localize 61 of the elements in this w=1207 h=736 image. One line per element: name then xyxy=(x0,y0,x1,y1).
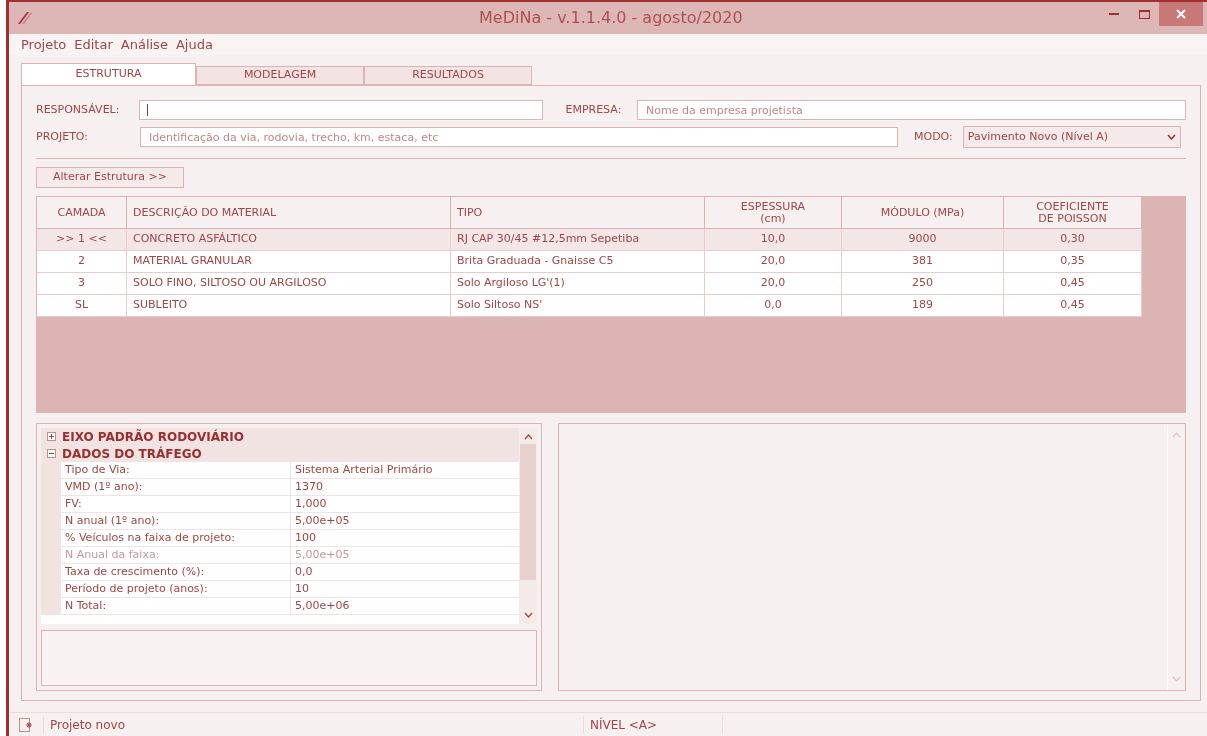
text-field[interactable] xyxy=(139,100,544,120)
table-cell: Solo Siltoso NS' xyxy=(451,295,705,317)
field-label: EMPRESA: xyxy=(565,101,623,118)
property-name: FV: xyxy=(61,496,291,513)
property-value[interactable]: 5,00e+05 xyxy=(291,513,519,530)
table-row[interactable]: 3 SOLO FINO, SILTOSO OU ARGILOSO Solo Argiloso LG'(1) 20,0 250 0,45 xyxy=(37,273,1142,295)
minimize-icon xyxy=(1109,13,1119,15)
field-label: PROJETO: xyxy=(36,128,90,145)
collapse-icon[interactable] xyxy=(47,449,56,458)
scrollbar[interactable] xyxy=(519,428,537,624)
property-name: Período de projeto (anos): xyxy=(61,581,291,598)
property-name: VMD (1º ano): xyxy=(61,479,291,496)
tab[interactable]: RESULTADOS xyxy=(364,66,532,85)
property-name: N Anual da faixa: xyxy=(61,547,291,564)
table-cell: 0,45 xyxy=(1004,295,1142,317)
field-label: RESPONSÁVEL: xyxy=(36,101,121,118)
property-value[interactable]: 100 xyxy=(291,530,519,547)
property-name: % Veículos na faixa de projeto: xyxy=(61,530,291,547)
property-value[interactable]: 1370 xyxy=(291,479,519,496)
tab[interactable]: MODELAGEM xyxy=(196,66,364,85)
table-row[interactable]: SL SUBLEITO Solo Siltoso NS' 0,0 189 0,45 xyxy=(37,295,1142,317)
category-row[interactable]: DADOS DO TRÁFEGO xyxy=(41,445,519,462)
chevron-down-icon xyxy=(1166,134,1176,140)
window-title: MeDiNa - v.1.1.4.0 - agosto/2020 xyxy=(479,7,743,29)
menu-item[interactable]: Projeto xyxy=(21,34,67,55)
text-cursor xyxy=(147,104,149,116)
alter-structure-button[interactable]: Alterar Estrutura >> xyxy=(36,167,184,188)
menu-item[interactable]: Análise xyxy=(120,34,168,55)
table-cell: 0,0 xyxy=(705,295,842,317)
property-value[interactable]: 1,000 xyxy=(291,496,519,513)
property-value[interactable]: 0,0 xyxy=(291,564,519,581)
maximize-icon xyxy=(1138,9,1150,19)
tab[interactable]: ESTRUTURA xyxy=(21,63,196,85)
expand-icon[interactable] xyxy=(47,432,56,441)
menu-item[interactable]: Ajuda xyxy=(175,34,213,55)
new-document-icon xyxy=(19,717,33,732)
table-cell: SL xyxy=(37,295,127,317)
property-value[interactable]: 5,00e+06 xyxy=(291,598,519,615)
property-value[interactable]: Sistema Arterial Primário xyxy=(291,462,519,479)
field-label: MODO: xyxy=(914,128,953,145)
scroll-down-icon[interactable] xyxy=(523,612,533,618)
text-field[interactable]: Identificação da via, rodovia, trecho, km, estaca, etc xyxy=(140,127,898,147)
property-value[interactable]: 10 xyxy=(291,581,519,598)
property-name: N anual (1º ano): xyxy=(61,513,291,530)
table-row[interactable]: >> 1 << CONCRETO ASFÁLTICO RJ CAP 30/45 #12,5mm Sepetiba 10,0 9000 0,30 xyxy=(37,229,1142,251)
status-text: Projeto novo xyxy=(43,715,583,734)
menu-item[interactable]: Editar xyxy=(74,34,113,55)
property-name: Taxa de crescimento (%): xyxy=(61,564,291,581)
app-logo-icon xyxy=(17,11,33,25)
scroll-up-icon[interactable] xyxy=(523,434,533,440)
mode-dropdown[interactable]: Pavimento Novo (Nível A) xyxy=(962,126,1181,148)
category-row[interactable]: EIXO PADRÃO RODOVIÁRIO xyxy=(41,428,519,445)
table-cell: SUBLEITO xyxy=(127,295,451,317)
property-name: N Total: xyxy=(61,598,291,615)
status-text: NÍVEL <A> xyxy=(583,715,723,734)
close-icon xyxy=(1176,9,1186,19)
text-field[interactable]: Nome da empresa projetista xyxy=(637,100,1186,120)
property-name: Tipo de Via: xyxy=(61,462,291,479)
close-button[interactable] xyxy=(1159,2,1203,26)
table-row[interactable]: 2 MATERIAL GRANULAR Brita Graduada - Gnaisse C5 20,0 381 0,35 xyxy=(37,251,1142,273)
table-cell: 189 xyxy=(842,295,1004,317)
